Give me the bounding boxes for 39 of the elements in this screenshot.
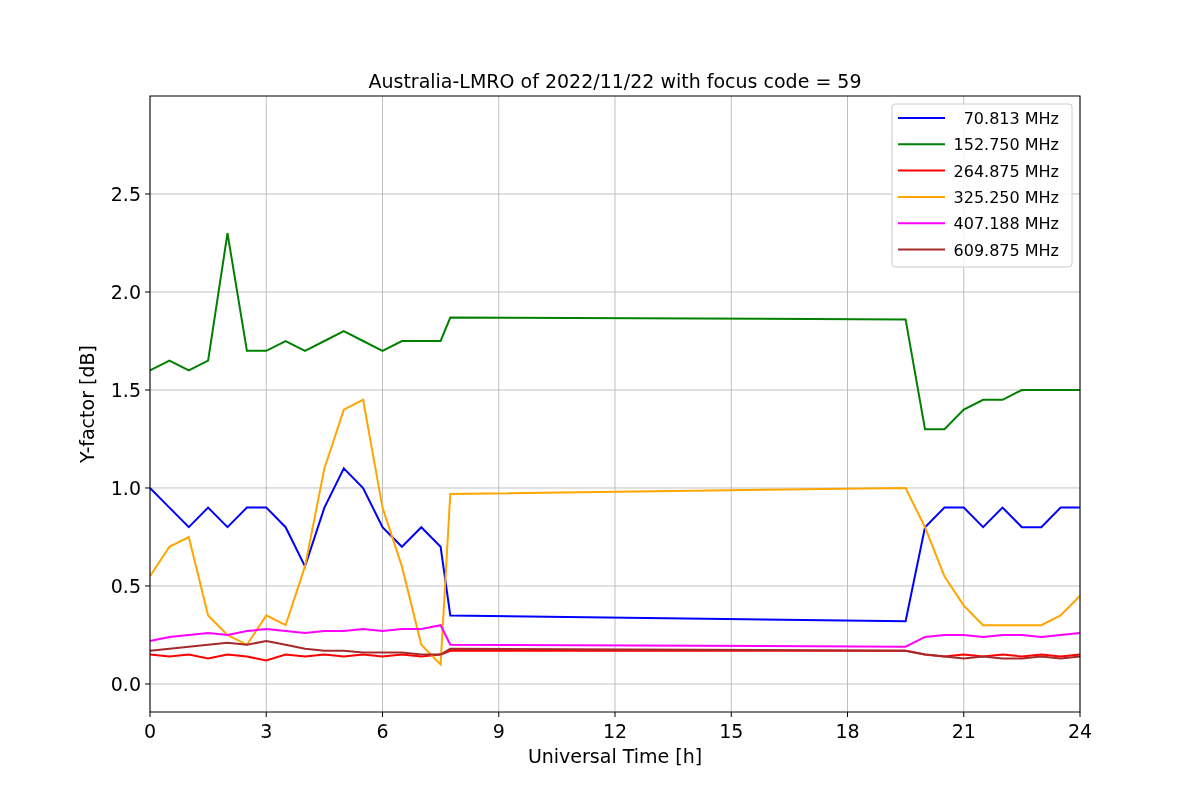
- x-tick-label: 6: [376, 720, 389, 742]
- legend-label: 609.875 MHz: [953, 240, 1059, 260]
- x-tick: [382, 711, 383, 718]
- legend-label: 70.813 MHz: [963, 109, 1059, 128]
- x-tick-label: 18: [835, 720, 860, 742]
- x-tick: [498, 711, 500, 718]
- y-tick: [144, 585, 151, 587]
- legend-label: 407.188 MHz: [953, 214, 1059, 234]
- y-tick-label: 1.5: [110, 379, 141, 401]
- x-tick: [614, 711, 616, 718]
- y-tick-label: 0.0: [110, 672, 141, 695]
- y-tick: [144, 487, 151, 489]
- x-axis-label: Universal Time [h]: [527, 745, 703, 767]
- x-tick-label: 15: [719, 720, 744, 742]
- chart-title: Australia-LMRO of 2022/11/22 with focus code = 59: [368, 70, 862, 92]
- x-tick-label: 21: [951, 720, 976, 742]
- x-tick: [1079, 711, 1081, 718]
- x-tick-label: 12: [602, 720, 628, 742]
- x-tick: [847, 711, 848, 718]
- y-tick-label: 2.0: [110, 281, 141, 303]
- legend-label: 264.875 MHz: [953, 161, 1059, 181]
- y-tick: [144, 683, 151, 685]
- x-tick: [730, 711, 732, 718]
- y-tick-label: 1.0: [110, 477, 141, 499]
- legend-label: 325.250 MHz: [953, 187, 1059, 207]
- x-tick-label: 3: [260, 720, 273, 742]
- x-tick-label: 9: [492, 720, 505, 742]
- x-tick-label: 24: [1067, 720, 1093, 742]
- y-axis-label: Y-factor [dB]: [76, 345, 98, 463]
- y-tick: [144, 193, 151, 195]
- x-tick-label: 0: [143, 720, 157, 742]
- x-tick: [265, 711, 267, 718]
- y-tick-label: 0.5: [110, 575, 141, 597]
- legend-label: 152.750 MHz: [953, 135, 1059, 155]
- y-tick: [144, 291, 151, 293]
- x-tick: [149, 711, 151, 718]
- y-tick-label: 2.5: [110, 183, 141, 205]
- x-tick: [963, 711, 965, 718]
- y-tick: [144, 389, 151, 391]
